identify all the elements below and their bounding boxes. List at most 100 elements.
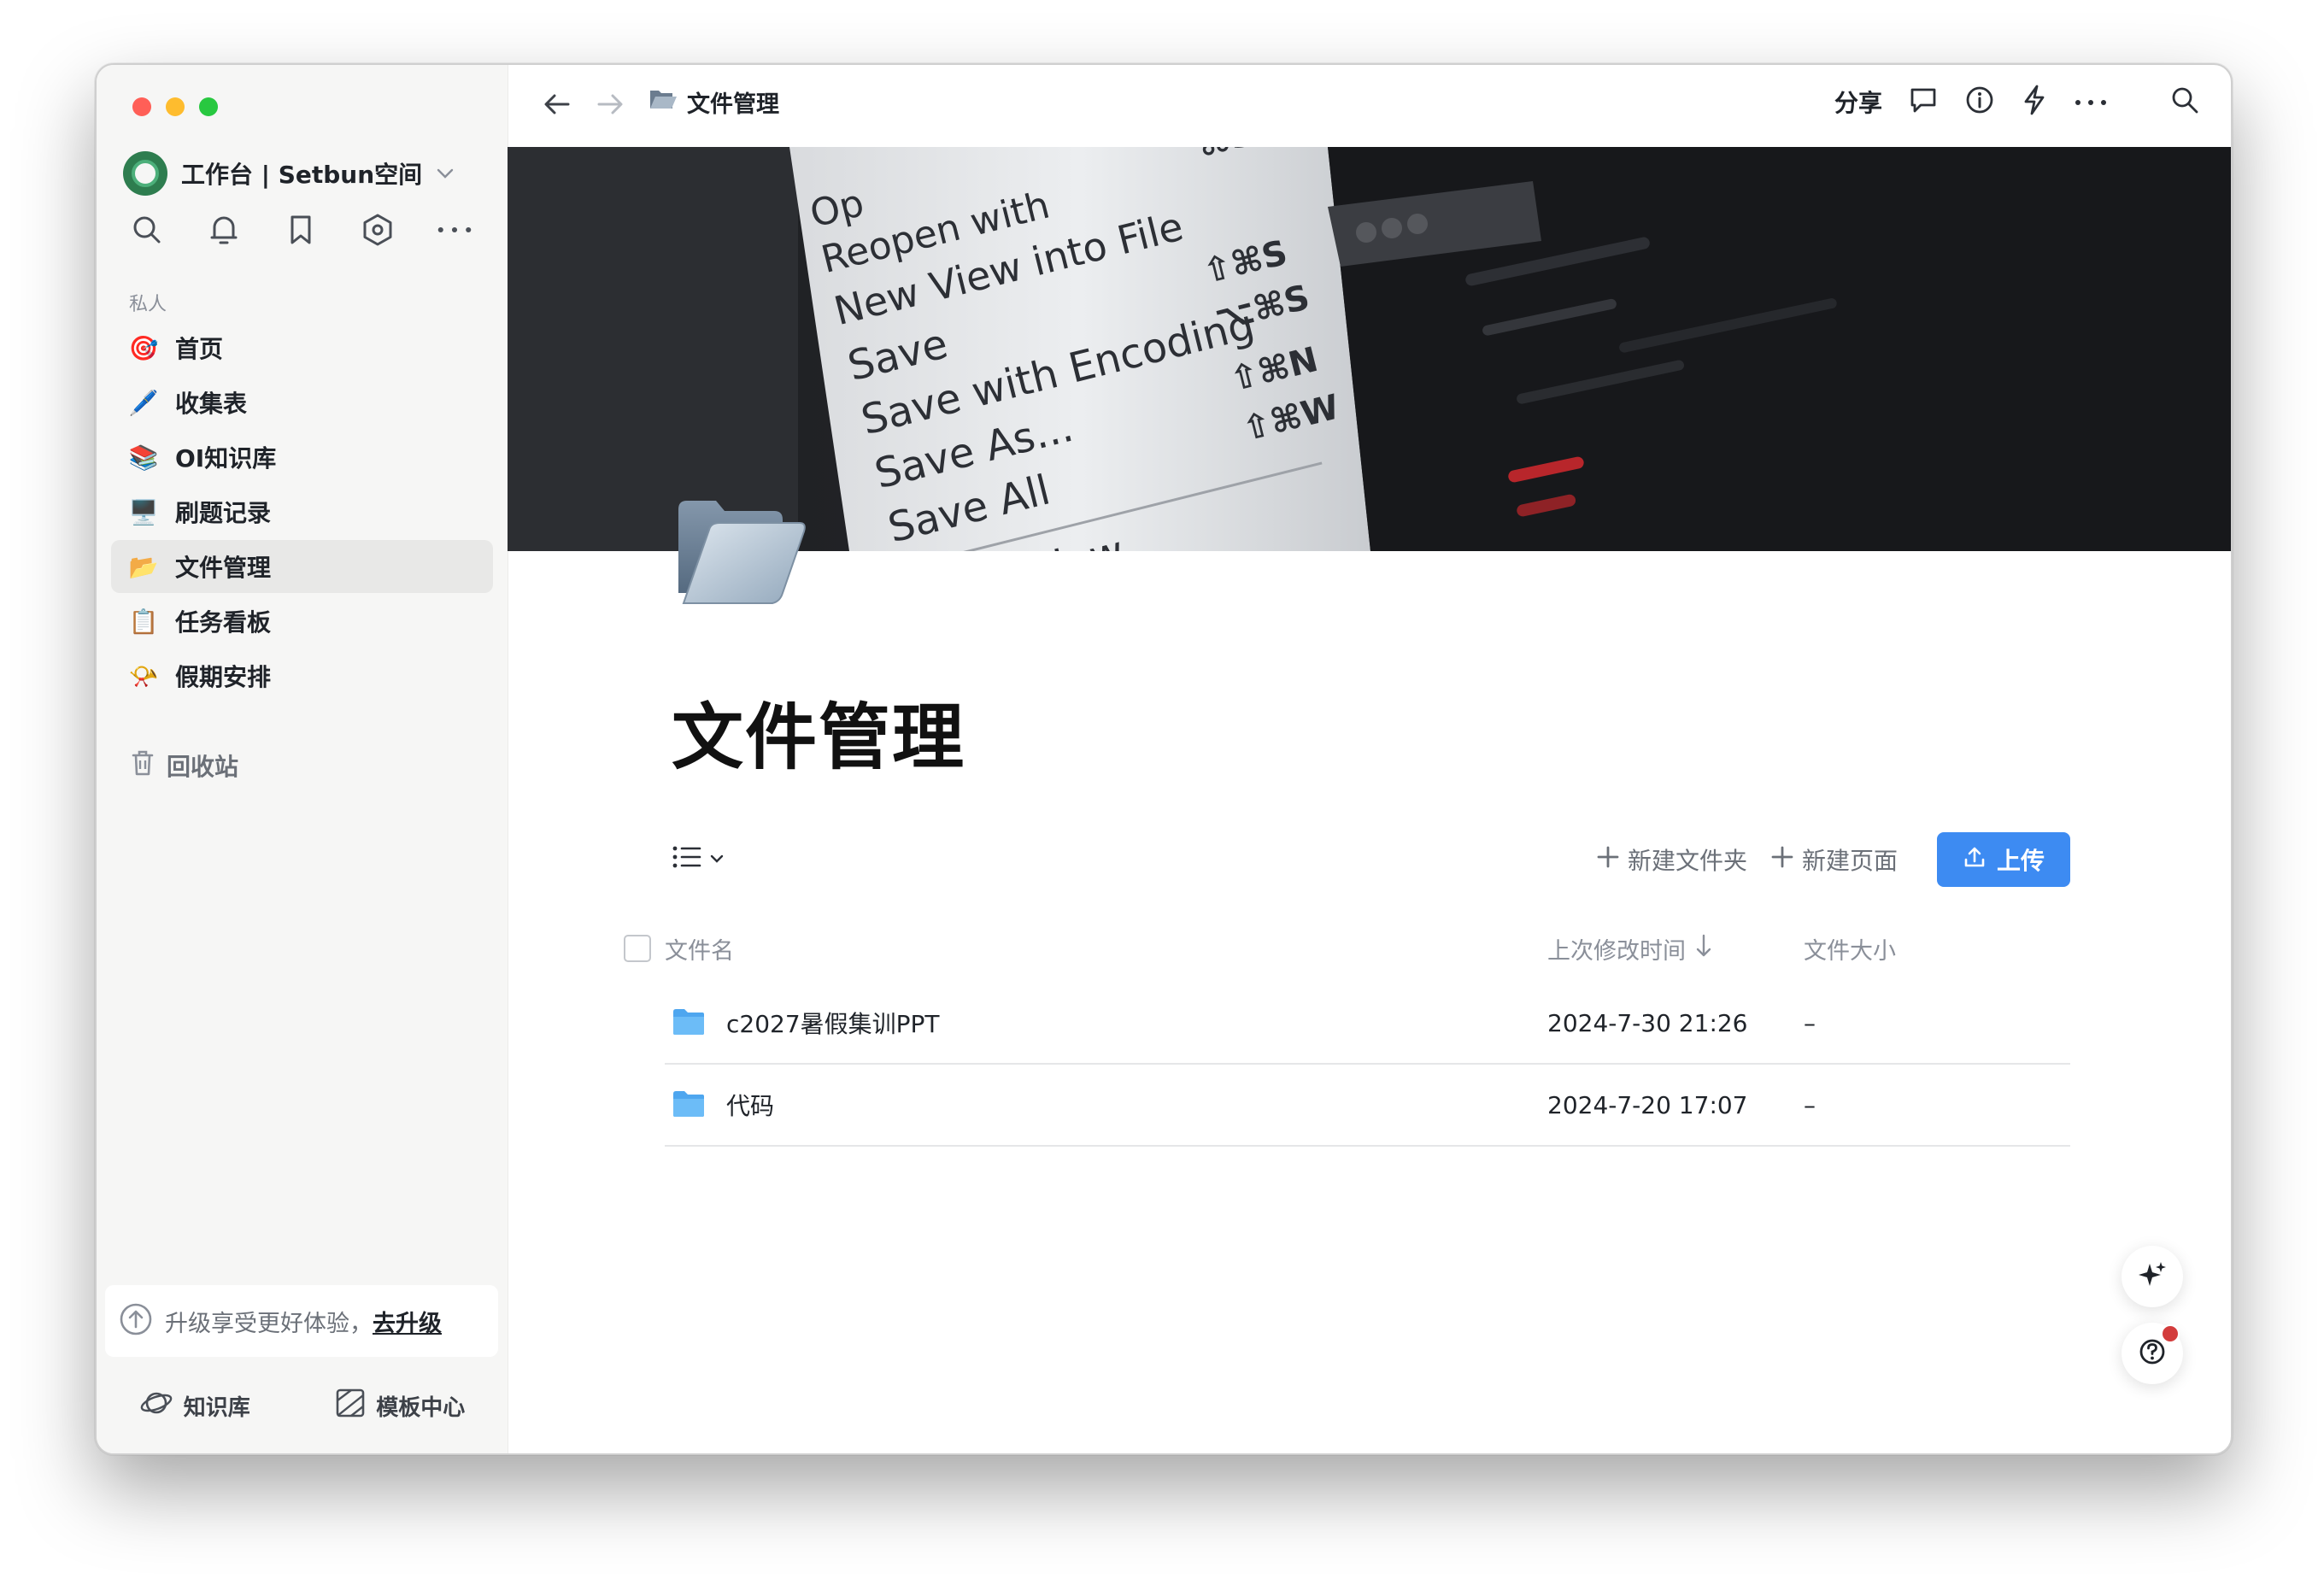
sidebar-item-holiday-plan[interactable]: 📯 假期安排 [111,649,493,702]
sidebar-item-oi-knowledge[interactable]: 📚 OI知识库 [111,431,493,484]
top-actions: 分享 [1834,84,2200,120]
upgrade-link[interactable]: 去升级 [373,1305,442,1338]
workspace-switcher[interactable]: 工作台 | Setbun空间 [123,151,455,196]
column-header-modified[interactable]: 上次修改时间 [1547,932,1713,966]
workspace-name: 工作台 | Setbun空间 [181,161,423,189]
trash-icon [131,749,155,783]
workspace-logo [123,151,167,196]
list-view-icon [672,844,702,873]
template-center-label: 模板中心 [376,1395,466,1421]
sidebar-item-label: 文件管理 [175,554,272,582]
template-center-button[interactable]: 模板中心 [335,1388,465,1424]
upload-button[interactable]: 上传 [1937,832,2070,887]
pen-icon: 🖊️ [128,388,159,417]
file-size: – [1804,1008,1816,1037]
sidebar-footer: 知识库 模板中心 [97,1388,508,1424]
upgrade-text: 升级享受更好体验， [165,1310,373,1337]
sidebar-item-home[interactable]: 🎯 首页 [111,321,493,374]
folder-icon [672,1089,706,1125]
file-toolbar: 新建文件夹 新建页面 上传 [672,832,2070,889]
new-page-label: 新建页面 [1801,847,1898,875]
sidebar-item-label: 假期安排 [175,663,272,691]
view-toggle[interactable] [672,844,725,873]
file-modified: 2024-7-30 21:26 [1547,1008,1748,1037]
trash-label: 回收站 [167,753,239,781]
toolbar-actions: 新建文件夹 新建页面 上传 [1595,832,2070,887]
search-icon[interactable] [129,212,165,248]
column-header-name[interactable]: 文件名 [665,932,734,966]
horn-icon: 📯 [128,661,159,690]
clipboard-icon: 📋 [128,607,159,636]
history-nav [540,87,627,125]
sidebar-toolbar [129,212,472,248]
new-folder-label: 新建文件夹 [1627,847,1747,875]
plus-icon [1595,844,1621,876]
comment-icon[interactable] [1908,85,1939,119]
books-icon: 📚 [128,443,159,472]
file-size: – [1804,1090,1816,1119]
file-name: 代码 [726,1092,775,1120]
sidebar-item-label: 任务看板 [175,608,272,637]
sidebar-item-label: OI知识库 [175,444,277,473]
chevron-down-icon [436,163,455,185]
new-page-button[interactable]: 新建页面 [1769,842,1898,877]
bookmark-icon[interactable] [283,212,319,248]
table-row[interactable]: c2027暑假集训PPT 2024-7-30 21:26 – [665,983,2070,1065]
minimize-window-button[interactable] [166,97,185,116]
upload-icon [1963,845,1987,875]
sidebar-item-trash[interactable]: 回收站 [131,748,238,783]
page-title[interactable]: 文件管理 [672,680,965,784]
plus-icon [1769,844,1795,876]
sidebar-item-practice-log[interactable]: 🖥️ 刷题记录 [111,485,493,538]
more-icon[interactable] [2074,94,2108,110]
file-name: c2027暑假集训PPT [726,1010,940,1038]
upgrade-arrow-icon [119,1302,153,1340]
folder-icon: 📂 [128,552,159,581]
sidebar-item-forms[interactable]: 🖊️ 收集表 [111,376,493,429]
sparkle-icon [2138,1260,2167,1293]
zoom-window-button[interactable] [199,97,218,116]
bell-icon[interactable] [206,212,242,248]
lightning-icon[interactable] [2021,84,2048,120]
select-all-checkbox[interactable] [624,935,651,962]
more-icon[interactable] [437,212,472,248]
back-arrow-icon[interactable] [540,87,574,125]
knowledge-base-button[interactable]: 知识库 [139,1388,250,1424]
ai-assistant-button[interactable] [2122,1246,2183,1307]
forward-arrow-icon[interactable] [593,87,627,125]
folder-icon [672,1007,706,1043]
sidebar-item-file-management[interactable]: 📂 文件管理 [111,540,493,593]
chevron-down-icon [709,851,725,867]
close-window-button[interactable] [132,97,151,116]
info-icon[interactable] [1964,85,1995,119]
sidebar-item-task-board[interactable]: 📋 任务看板 [111,595,493,648]
file-table: 文件名 上次修改时间 文件大小 c2027暑假集训PPT 2024-7-30 2… [624,914,2070,1147]
sidebar-item-label: 刷题记录 [175,499,272,527]
folder-icon [648,85,678,119]
knowledge-base-label: 知识库 [183,1395,250,1421]
target-icon: 🎯 [128,333,159,362]
sidebar-nav: 🎯 首页 🖊️ 收集表 📚 OI知识库 🖥️ 刷题记录 📂 文件管理 📋 任务看… [111,321,493,704]
new-folder-button[interactable]: 新建文件夹 [1595,842,1747,877]
top-bar: 文件管理 分享 [508,65,2231,147]
help-button[interactable] [2122,1323,2183,1384]
column-header-modified-label: 上次修改时间 [1547,937,1686,965]
share-button[interactable]: 分享 [1834,85,1882,119]
page-folder-icon[interactable] [672,484,808,612]
planet-icon [139,1388,173,1424]
settings-icon[interactable] [360,212,396,248]
column-header-size[interactable]: 文件大小 [1804,932,1896,966]
breadcrumb-label: 文件管理 [687,91,779,118]
table-row[interactable]: 代码 2024-7-20 17:07 – [665,1065,2070,1147]
search-icon[interactable] [2169,85,2200,119]
help-icon [2138,1337,2167,1370]
table-header: 文件名 上次修改时间 文件大小 [624,914,2070,983]
breadcrumb[interactable]: 文件管理 [648,85,779,119]
desktop-icon: 🖥️ [128,497,159,526]
sidebar-item-label: 收集表 [175,390,248,418]
upload-label: 上传 [1996,847,2045,875]
notification-dot [2161,1324,2180,1343]
main-content: 文件管理 分享 Op Reopen with New View into Fil… [508,65,2231,1453]
app-window: 工作台 | Setbun空间 私人 🎯 首页 🖊️ 收集表 📚 OI知识库 🖥️… [95,63,2233,1455]
window-controls [132,97,218,116]
